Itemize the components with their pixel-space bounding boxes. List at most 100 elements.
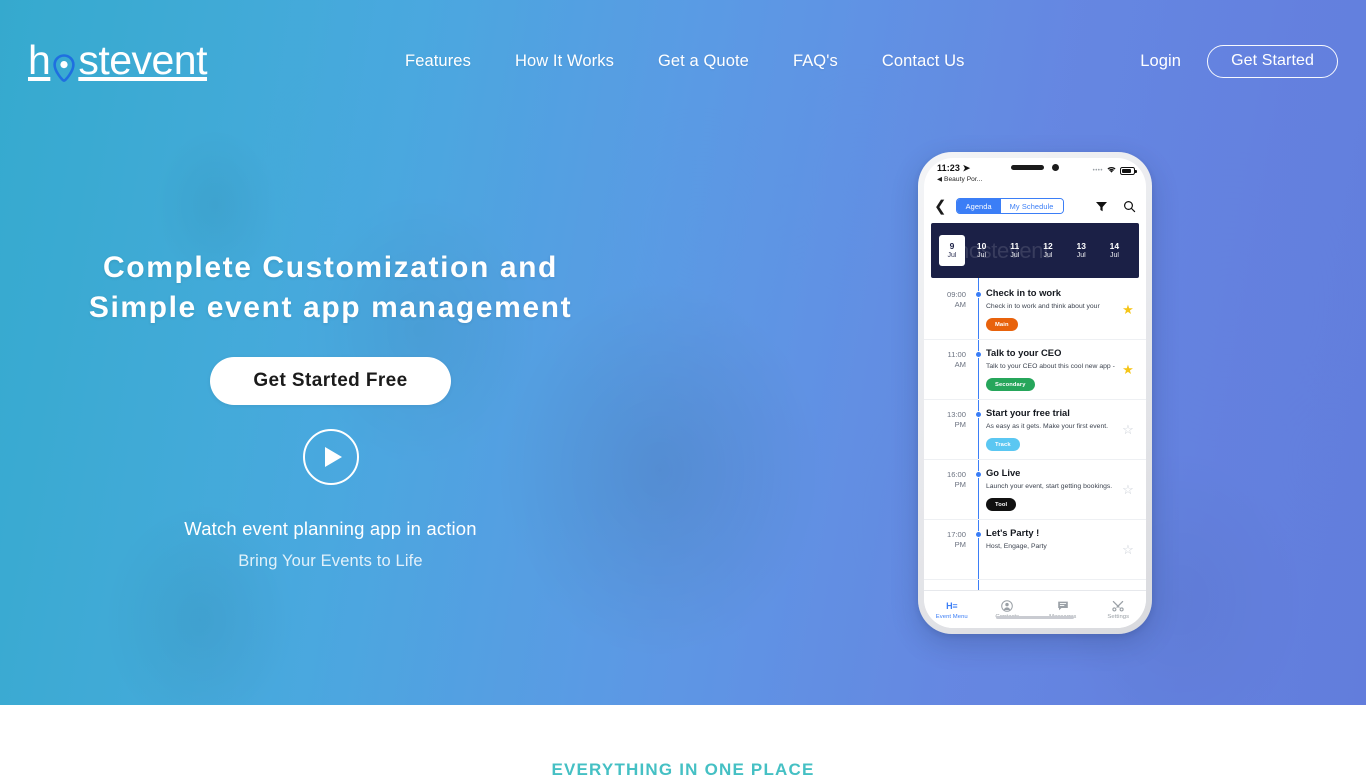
bottom-nav-contacts[interactable]: Contacts <box>980 591 1036 628</box>
phone-screen: 11:23 ➤ ◀ Beauty Por... •••• ❮ Agenda My… <box>924 158 1146 628</box>
nav-link-contact-us[interactable]: Contact Us <box>860 52 987 71</box>
date-number: 10 <box>976 240 987 251</box>
phone-mockup: 11:23 ➤ ◀ Beauty Por... •••• ❮ Agenda My… <box>918 152 1152 634</box>
agenda-tag: Tool <box>986 498 1017 512</box>
timeline-dot-icon <box>974 531 982 538</box>
agenda-item[interactable]: 16:00 PM Go Live Launch your event, star… <box>924 460 1146 520</box>
agenda-title: Start your free trial <box>986 407 1070 418</box>
hostevent-logo-icon: H≡ <box>946 600 958 611</box>
signal-dots-icon: •••• <box>1092 167 1103 174</box>
date-month: Jul <box>1043 252 1053 260</box>
agenda-time-hour: 09:00 <box>946 290 966 299</box>
agenda-item[interactable]: 17:00 PM Let's Party ! Host, Engage, Par… <box>924 520 1146 580</box>
nav-link-faqs[interactable]: FAQ's <box>771 52 860 71</box>
date-cell[interactable]: 10 Jul <box>965 241 998 260</box>
date-cell[interactable]: 14 Jul <box>1098 241 1131 260</box>
hero-tagline: Bring Your Events to Life <box>238 552 423 570</box>
star-outline-icon: ☆ <box>1122 422 1134 437</box>
agenda-list[interactable]: 09:00 AM Check in to work Check in to wo… <box>924 278 1146 590</box>
star-filled-icon: ★ <box>1122 302 1134 317</box>
agenda-description: Talk to your CEO about this cool new app… <box>986 363 1115 371</box>
timeline-dot-icon <box>974 471 982 478</box>
filter-icon[interactable] <box>1095 200 1108 213</box>
favorite-star-button[interactable]: ★ <box>1119 347 1137 392</box>
agenda-tag: Track <box>986 438 1020 452</box>
nav-actions: Login Get Started <box>1140 44 1338 78</box>
watch-demo-text: Watch event planning app in action <box>184 518 477 539</box>
agenda-time: 09:00 AM <box>924 287 972 332</box>
favorite-star-button[interactable]: ☆ <box>1119 407 1137 452</box>
agenda-title: Go Live <box>986 467 1021 478</box>
nav-link-how-it-works[interactable]: How It Works <box>493 52 636 71</box>
star-filled-icon: ★ <box>1122 362 1134 377</box>
favorite-star-button[interactable]: ☆ <box>1119 467 1137 512</box>
chat-bubble-icon <box>1057 599 1069 612</box>
agenda-title: Talk to your CEO <box>986 347 1062 358</box>
phone-bottom-nav: H≡ Event Menu Contacts Messages Settings <box>924 590 1146 628</box>
everything-in-one-place-section: EVERYTHING IN ONE PLACE <box>0 705 1366 779</box>
nav-links: Features How It Works Get a Quote FAQ's … <box>383 52 986 71</box>
date-number: 12 <box>1043 240 1053 251</box>
timeline-dot-icon <box>974 291 982 298</box>
brand-logo[interactable]: h stevent <box>28 36 208 83</box>
agenda-time: 13:00 PM <box>924 407 972 452</box>
date-cell-selected[interactable]: 9 Jul <box>939 234 965 267</box>
favorite-star-button[interactable]: ☆ <box>1119 527 1137 572</box>
tab-agenda[interactable]: Agenda <box>956 199 1001 213</box>
star-outline-icon: ☆ <box>1122 542 1134 557</box>
hero-content: Complete Customization and Simple event … <box>0 248 661 571</box>
location-pin-icon <box>51 47 77 83</box>
agenda-item[interactable]: 13:00 PM Start your free trial As easy a… <box>924 400 1146 460</box>
phone-status-bar: 11:23 ➤ ◀ Beauty Por... •••• <box>924 158 1146 192</box>
status-back-app[interactable]: ◀ Beauty Por... <box>937 175 1133 183</box>
date-month: Jul <box>977 252 987 260</box>
get-started-button[interactable]: Get Started <box>1207 44 1338 78</box>
date-number: 13 <box>1076 240 1086 251</box>
date-cell[interactable]: 13 Jul <box>1065 241 1098 260</box>
nav-link-get-a-quote[interactable]: Get a Quote <box>636 52 771 71</box>
date-month: Jul <box>1109 252 1119 260</box>
agenda-time-hour: 13:00 <box>946 410 966 419</box>
agenda-tag: Main <box>986 318 1018 332</box>
timeline-dot-icon <box>974 351 982 358</box>
date-strip: hostevent 9 Jul 10 Jul 11 Jul 12 Jul 13 … <box>931 223 1139 278</box>
hero-heading: Complete Customization and Simple event … <box>0 248 661 328</box>
agenda-time: 16:00 PM <box>924 467 972 512</box>
top-navigation-bar: h stevent Features How It Works Get a Quo… <box>0 0 1366 122</box>
bottom-nav-messages[interactable]: Messages <box>1035 591 1091 628</box>
date-month: Jul <box>947 252 957 260</box>
get-started-free-button[interactable]: Get Started Free <box>210 357 451 405</box>
agenda-time-hour: 16:00 <box>946 470 966 479</box>
agenda-time: 11:00 AM <box>924 347 972 392</box>
search-icon[interactable] <box>1123 200 1136 213</box>
favorite-star-button[interactable]: ★ <box>1119 287 1137 332</box>
date-number: 14 <box>1109 240 1120 251</box>
phone-toolbar: ❮ Agenda My Schedule <box>924 192 1146 220</box>
location-arrow-icon: ➤ <box>962 163 971 173</box>
date-number: 11 <box>1010 240 1020 251</box>
date-cell[interactable]: 12 Jul <box>1031 241 1064 260</box>
agenda-time-meridiem: AM <box>954 300 966 310</box>
front-camera <box>1052 164 1059 171</box>
agenda-item[interactable]: 09:00 AM Check in to work Check in to wo… <box>924 280 1146 340</box>
agenda-schedule-segmented-control: Agenda My Schedule <box>955 198 1064 214</box>
date-cell[interactable]: 11 Jul <box>998 241 1031 260</box>
login-link[interactable]: Login <box>1140 52 1181 71</box>
nav-link-features[interactable]: Features <box>383 52 493 71</box>
agenda-description: Host, Engage, Party <box>986 543 1047 551</box>
tab-my-schedule[interactable]: My Schedule <box>1000 199 1063 213</box>
logo-text-before: h <box>28 36 51 83</box>
chevron-left-icon[interactable]: ❮ <box>934 199 947 214</box>
date-month: Jul <box>1076 252 1086 260</box>
agenda-description: As easy as it gets. Make your first even… <box>986 423 1109 431</box>
hero-heading-line-2: Simple event app management <box>88 291 573 324</box>
agenda-time-meridiem: PM <box>954 420 966 430</box>
agenda-time-meridiem: PM <box>954 540 966 550</box>
agenda-title: Check in to work <box>986 287 1062 298</box>
agenda-time-hour: 11:00 <box>947 350 966 359</box>
agenda-item[interactable]: 11:00 AM Talk to your CEO Talk to your C… <box>924 340 1146 400</box>
play-video-button[interactable] <box>302 429 359 485</box>
agenda-title: Let's Party ! <box>986 527 1040 538</box>
speaker-grille <box>1011 165 1044 170</box>
person-icon <box>1001 599 1014 612</box>
